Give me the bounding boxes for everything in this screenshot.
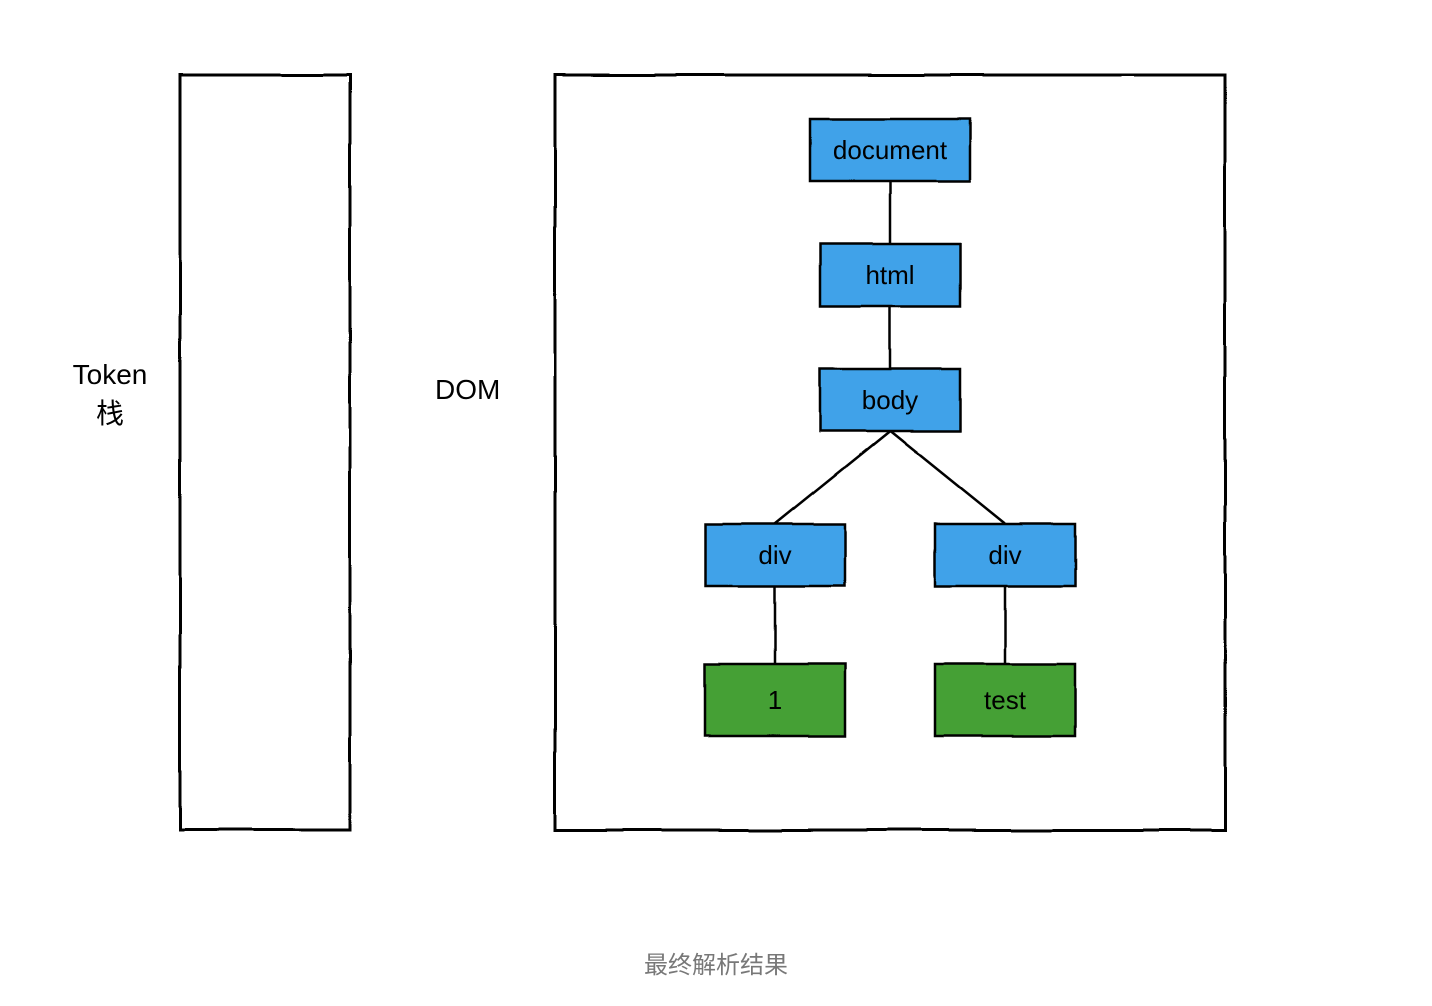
dom-node-div_right: div: [935, 524, 1075, 586]
diagram-svg: document html body div div 1 test: [0, 0, 1432, 1006]
dom-node-label-body: body: [862, 385, 918, 415]
dom-node-leaf_test: test: [935, 664, 1075, 736]
dom-node-label-div_left: div: [758, 540, 791, 570]
dom-node-document: document: [810, 119, 970, 181]
dom-node-label-html: html: [865, 260, 914, 290]
edge-body-div_left: [775, 431, 890, 524]
dom-node-div_left: div: [705, 524, 845, 586]
dom-node-label-leaf_1: 1: [768, 685, 782, 715]
dom-node-label-document: document: [833, 135, 948, 165]
token-stack-box: [180, 75, 350, 830]
dom-node-leaf_1: 1: [705, 664, 845, 736]
dom-node-label-leaf_test: test: [984, 685, 1027, 715]
edge-body-div_right: [890, 431, 1005, 524]
dom-node-label-div_right: div: [988, 540, 1021, 570]
dom-node-body: body: [820, 369, 960, 431]
dom-node-html: html: [820, 244, 960, 306]
